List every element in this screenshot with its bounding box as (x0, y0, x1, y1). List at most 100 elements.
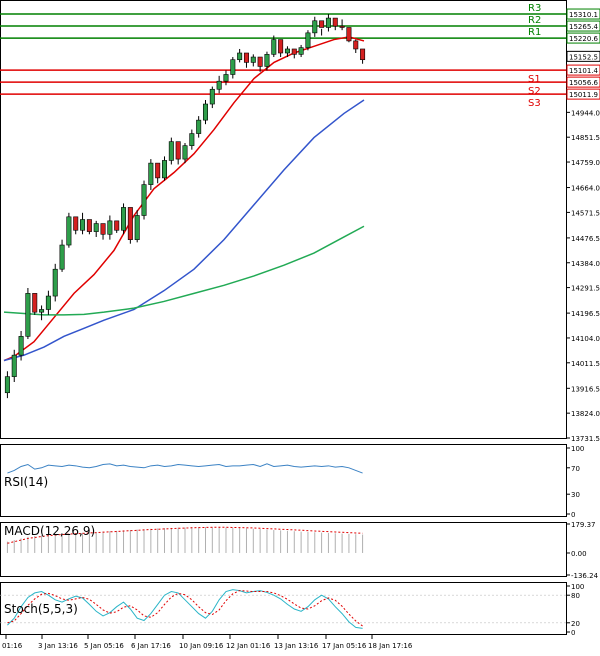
price-panel (0, 0, 567, 439)
level-value-r1: 15220.6 (569, 35, 598, 43)
x-tick-label: 6 Jan 17:16 (131, 642, 171, 650)
x-tick-label: 17 Jan 05:16 (322, 642, 367, 650)
candle-body (32, 293, 38, 313)
x-axis: 01:16 3 Jan 13:16 5 Jan 05:16 6 Jan 17:16 10… (2, 635, 413, 650)
level-value-s2: 15056.6 (569, 79, 598, 87)
stoch-ytick-label: 100 (571, 583, 584, 591)
candle-body (45, 295, 51, 310)
price-ytick-label: 14104.0 (571, 335, 600, 343)
candle-body (4, 376, 10, 394)
rsi-label: RSI(14) (4, 475, 48, 489)
level-name-r2: R2 (528, 15, 541, 26)
candle-body (243, 52, 249, 63)
price-ytick-label: 14384.0 (571, 260, 600, 268)
price-ytick-label: 13824.0 (571, 410, 600, 418)
x-tick-label: 13 Jan 13:16 (274, 642, 319, 650)
candle-body (148, 162, 154, 185)
candle-body (73, 216, 79, 231)
candle-body (223, 74, 229, 82)
candle-body (155, 162, 161, 179)
candle-body (319, 20, 325, 28)
candle-body (271, 39, 277, 55)
x-tick-label: 18 Jan 17:16 (368, 642, 413, 650)
candle-body (305, 32, 311, 48)
candle-body (264, 54, 270, 67)
rsi-ytick-label: 0 (571, 511, 575, 519)
x-tick-label: 12 Jan 01:16 (226, 642, 271, 650)
price-ytick-label: 14944.0 (571, 109, 600, 117)
candle-body (250, 56, 256, 63)
candle-body (339, 25, 345, 28)
candle-body (298, 47, 304, 55)
candle-body (80, 219, 86, 231)
candle-body (360, 48, 366, 61)
candle-body (257, 56, 263, 67)
x-tick-label: 10 Jan 09:16 (179, 642, 224, 650)
candle-body (202, 103, 208, 121)
level-value-s3: 15011.9 (569, 91, 598, 99)
candle-body (107, 220, 113, 235)
candle-body (141, 184, 147, 216)
price-ytick-label: 14664.0 (571, 185, 600, 193)
price-ytick-label: 14571.5 (571, 209, 600, 217)
candle-body (175, 141, 181, 160)
chart-canvas: 14944.0 14851.5 14759.0 14664.0 14571.5 14476… (0, 0, 600, 650)
candle-body (284, 48, 290, 54)
candle-body (25, 293, 31, 337)
rsi-panel (0, 444, 567, 517)
price-ytick-label: 14291.5 (571, 285, 600, 293)
x-tick-label: 3 Jan 13:16 (38, 642, 78, 650)
price-ytick-label: 14196.5 (571, 310, 600, 318)
level-name-r1: R1 (528, 27, 541, 38)
candle-body (86, 219, 92, 232)
stoch-ytick-label: 20 (571, 620, 580, 628)
candle-body (353, 40, 359, 50)
candle-body (11, 354, 17, 377)
candle-body (332, 17, 338, 27)
candle-body (189, 133, 195, 146)
rsi-ytick-label: 100 (571, 445, 584, 453)
candle-body (230, 59, 236, 75)
current-price-label: 15152.5 (569, 53, 598, 61)
stoch-panel (0, 582, 567, 635)
candle-body (52, 268, 58, 297)
candle-body (39, 309, 45, 313)
candle-body (325, 17, 331, 28)
candle-body (346, 27, 352, 42)
candle-body (93, 223, 99, 232)
candle-body (18, 336, 24, 356)
x-tick-label: 01:16 (2, 642, 23, 650)
price-ytick-label: 14011.5 (571, 360, 600, 368)
level-name-s2: S2 (528, 86, 541, 97)
rsi-ytick-label: 30 (571, 491, 580, 499)
level-name-r3: R3 (528, 3, 541, 14)
macd-ytick-label: -136.24 (571, 572, 599, 580)
candle-body (168, 141, 174, 161)
candle-body (209, 88, 215, 105)
candle-body (127, 207, 133, 240)
price-ytick-label: 14476.5 (571, 235, 600, 243)
candle-body (237, 52, 243, 61)
macd-ytick-label: 0.00 (571, 550, 587, 558)
candle-body (196, 119, 202, 134)
candle-body (114, 220, 120, 231)
level-value-s1: 15101.4 (569, 67, 598, 75)
level-value-r3: 15310.1 (569, 11, 598, 19)
level-name-s1: S1 (528, 74, 541, 85)
candle-body (121, 207, 127, 231)
price-ytick-label: 13916.5 (571, 385, 600, 393)
candle-body (312, 20, 318, 34)
level-name-s3: S3 (528, 98, 541, 109)
candle-body (162, 160, 168, 179)
candle-body (100, 223, 106, 235)
stoch-ytick-label: 0 (571, 629, 575, 637)
candle-body (59, 244, 65, 270)
stoch-label: Stoch(5,5,3) (4, 602, 78, 616)
candle-body (134, 215, 140, 240)
candle-body (66, 216, 72, 246)
price-ytick-label: 14851.5 (571, 134, 600, 142)
candle-body (291, 48, 297, 55)
candle-body (182, 145, 188, 160)
stoch-ytick-label: 80 (571, 592, 580, 600)
level-value-r2: 15265.4 (569, 23, 598, 31)
